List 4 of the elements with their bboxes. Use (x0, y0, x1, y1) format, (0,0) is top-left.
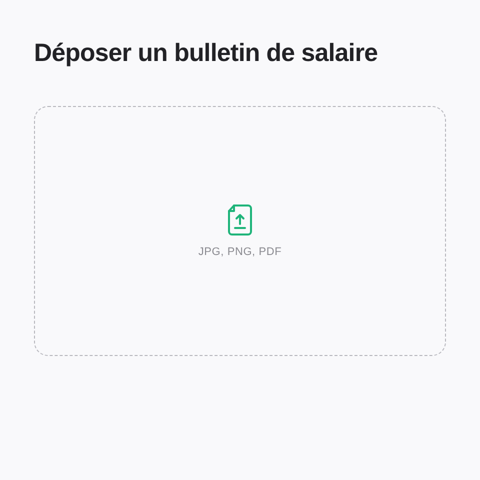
accepted-formats: JPG, PNG, PDF (198, 246, 282, 258)
page-title: Déposer un bulletin de salaire (34, 38, 379, 69)
file-upload-icon (227, 204, 253, 236)
upload-dropzone[interactable]: JPG, PNG, PDF (34, 106, 446, 356)
